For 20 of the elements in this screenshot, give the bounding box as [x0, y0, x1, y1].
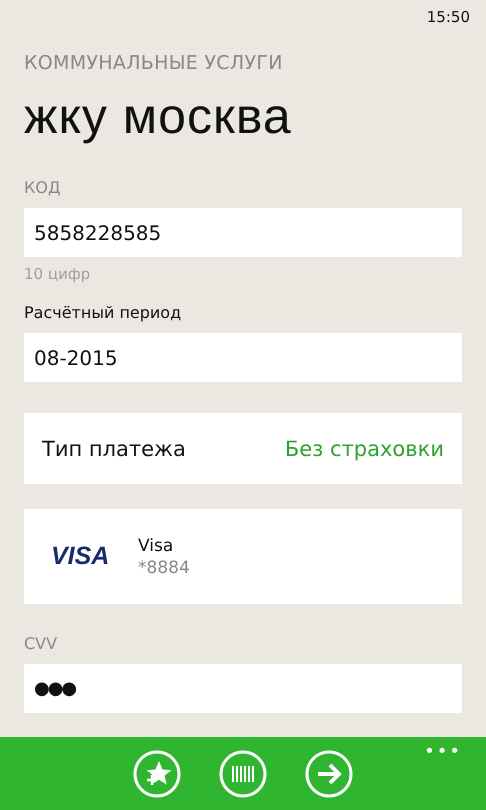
field-label: CVV: [24, 634, 58, 655]
payment-type-selector[interactable]: Тип платежа Без страховки: [24, 413, 462, 484]
input-field[interactable]: 5858228585: [24, 208, 462, 257]
card-selector[interactable]: VISA Visa *8884: [24, 509, 462, 604]
card-name: Visa: [138, 536, 174, 556]
barcode-icon[interactable]: [219, 750, 267, 798]
clock-time: 15:50: [426, 8, 470, 28]
arrow-right-icon[interactable]: [305, 750, 353, 798]
field-label: Расчётный период: [24, 303, 182, 324]
cvv-field[interactable]: ●●●: [24, 664, 462, 713]
payment-type-value: Без страховки: [284, 436, 444, 460]
star-plus-icon[interactable]: [133, 750, 181, 798]
input-field[interactable]: 08-2015: [24, 333, 462, 382]
card-logo: VISA: [51, 542, 110, 571]
payment-type-label: Тип платежа: [42, 436, 186, 460]
field-hint: 10 цифр: [24, 265, 92, 283]
category-label: КОММУНАЛЬНЫЕ УСЛУГИ: [24, 52, 284, 74]
card-number: *8884: [138, 558, 190, 578]
page-title: жку москва: [24, 87, 293, 146]
field-label: КОД: [24, 178, 62, 199]
